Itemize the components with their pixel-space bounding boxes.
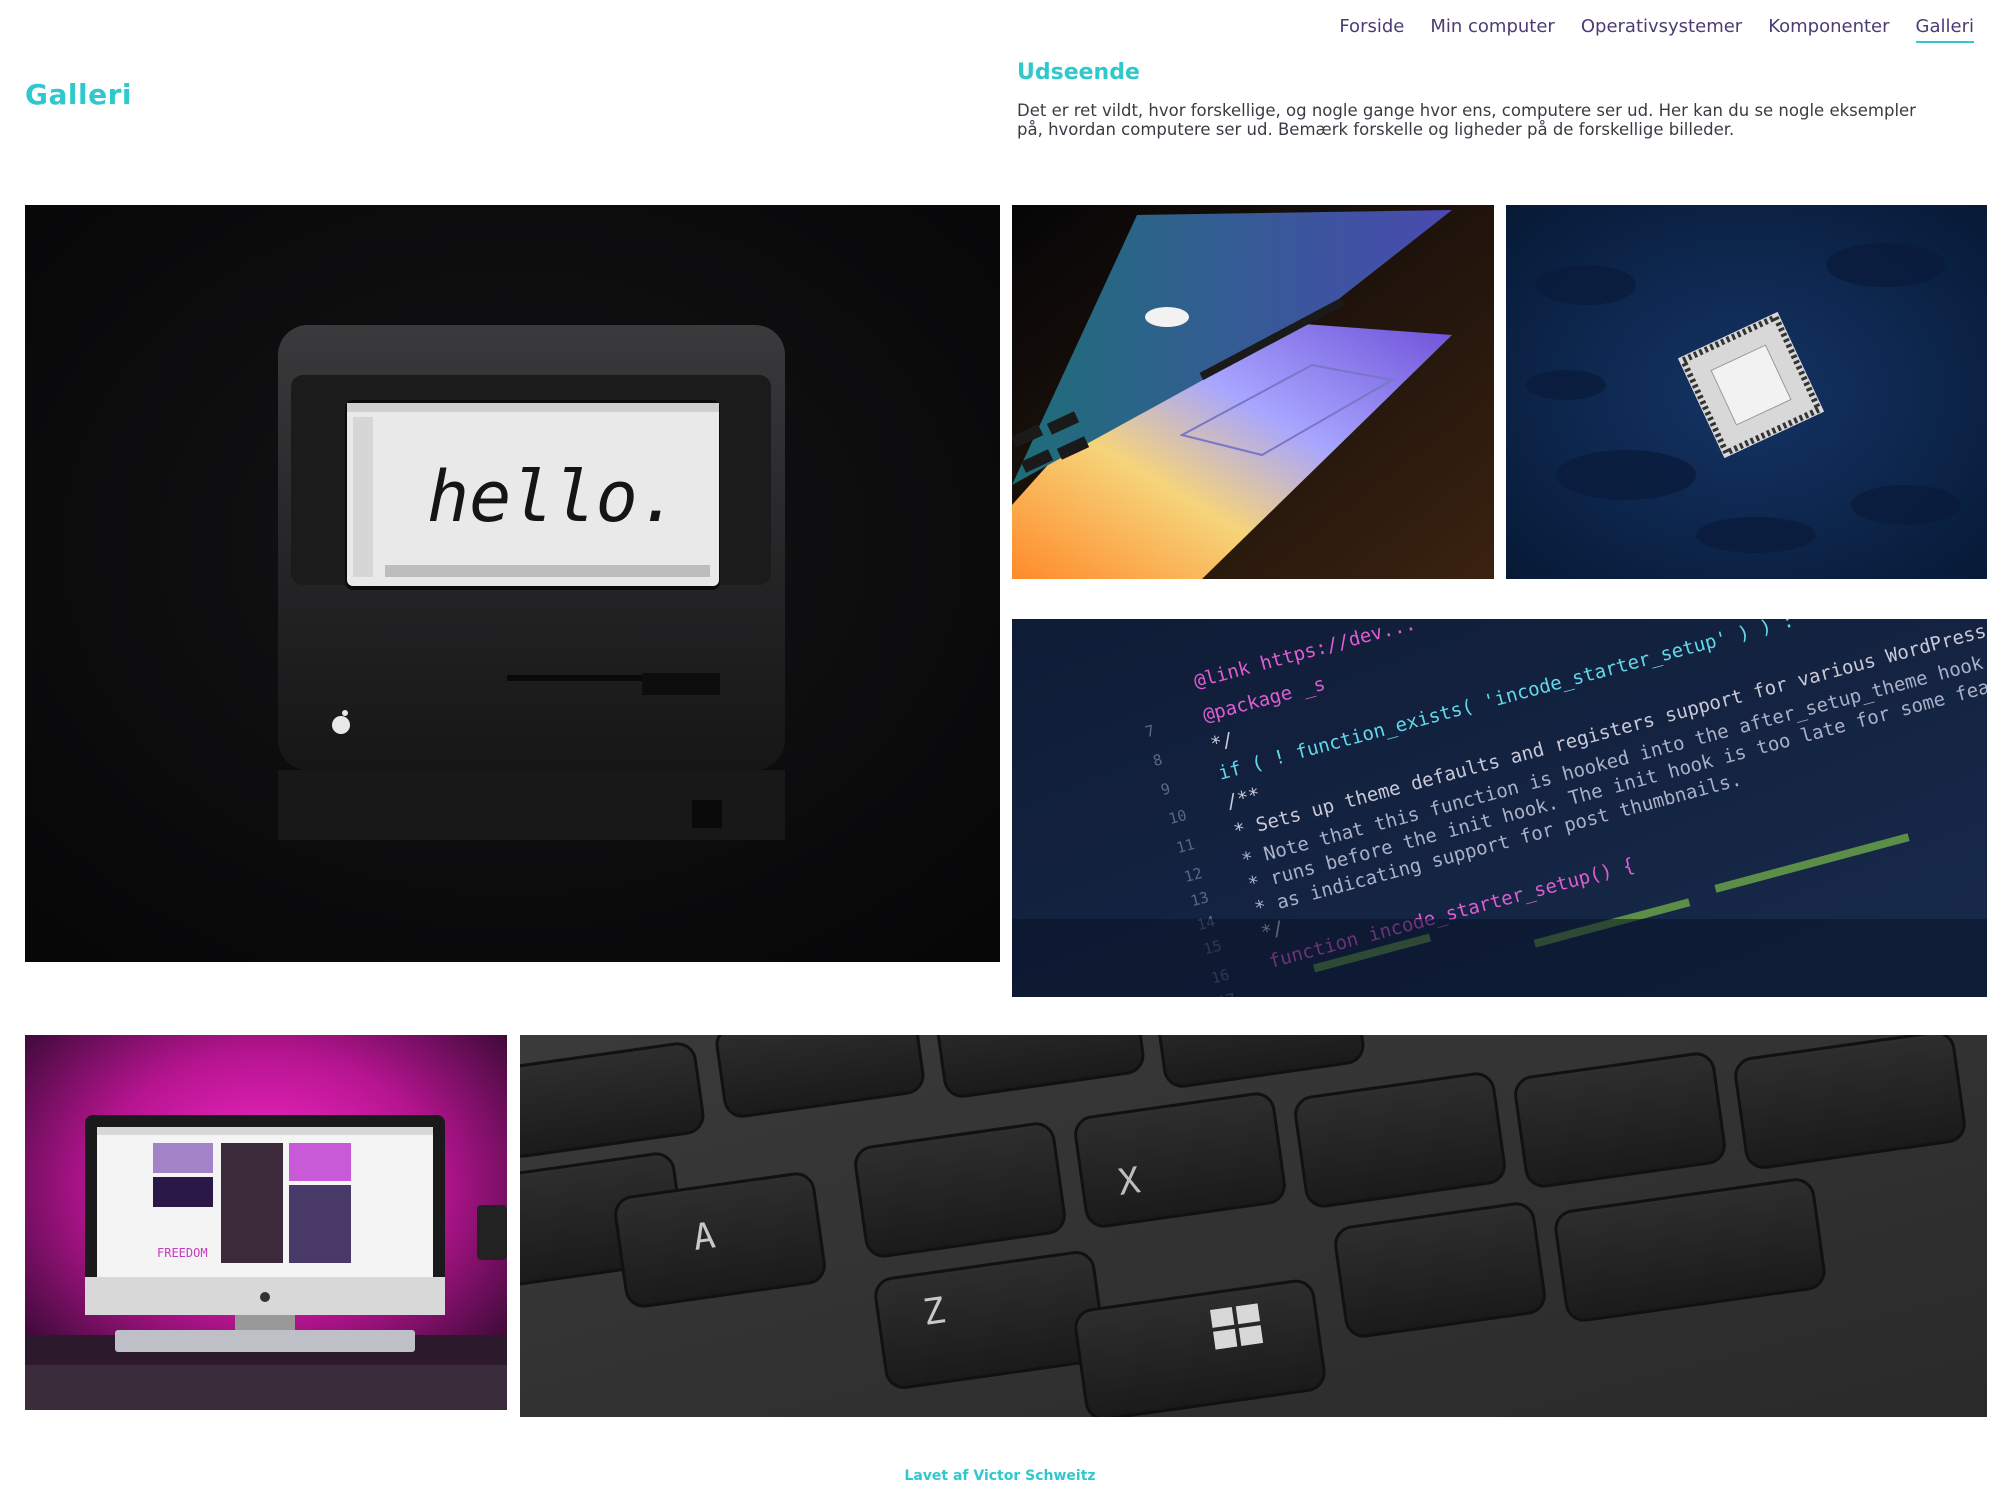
nav-link-forside[interactable]: Forside [1339, 16, 1404, 43]
intro-section: Udseende Det er ret vildt, hvor forskell… [1017, 60, 1937, 139]
gallery-image-retro-mac[interactable]: hello. [25, 205, 1000, 962]
laptop-illustration [1012, 205, 1494, 579]
nav-link-galleri[interactable]: Galleri [1915, 16, 1974, 43]
gallery-image-laptop[interactable] [1012, 205, 1494, 579]
intro-text: Det er ret vildt, hvor forskellige, og n… [1017, 101, 1916, 139]
imac-screen-text: FREEDOM [157, 1246, 208, 1260]
gallery-image-cpu[interactable] [1506, 205, 1987, 579]
gallery-image-keyboard[interactable]: A Z X [520, 1035, 1987, 1417]
nav-link-operativsystemer[interactable]: Operativsystemer [1581, 16, 1742, 43]
cpu-illustration [1506, 205, 1987, 579]
nav-link-komponenter[interactable]: Komponenter [1768, 16, 1889, 43]
code-illustration: @link https://dev... @package _s */ if (… [1012, 619, 1987, 997]
apple-logo-icon [260, 1292, 270, 1302]
intro-heading: Udseende [1017, 60, 1140, 85]
footer-credit: Lavet af Victor Schweitz [904, 1468, 1096, 1484]
gallery-image-code[interactable]: @link https://dev... @package _s */ if (… [1012, 619, 1987, 997]
page-title: Galleri [25, 78, 132, 111]
apple-logo-icon [1145, 307, 1189, 327]
gallery-image-imac[interactable]: FREEDOM [25, 1035, 507, 1410]
imac-illustration: FREEDOM [25, 1035, 507, 1410]
retro-mac-illustration: hello. [25, 205, 1000, 962]
nav-link-min-computer[interactable]: Min computer [1430, 16, 1554, 43]
main-nav: Forside Min computer Operativsystemer Ko… [1339, 16, 1974, 43]
keyboard-illustration: A Z X [520, 1035, 1987, 1417]
retro-screen-text: hello. [427, 456, 680, 538]
